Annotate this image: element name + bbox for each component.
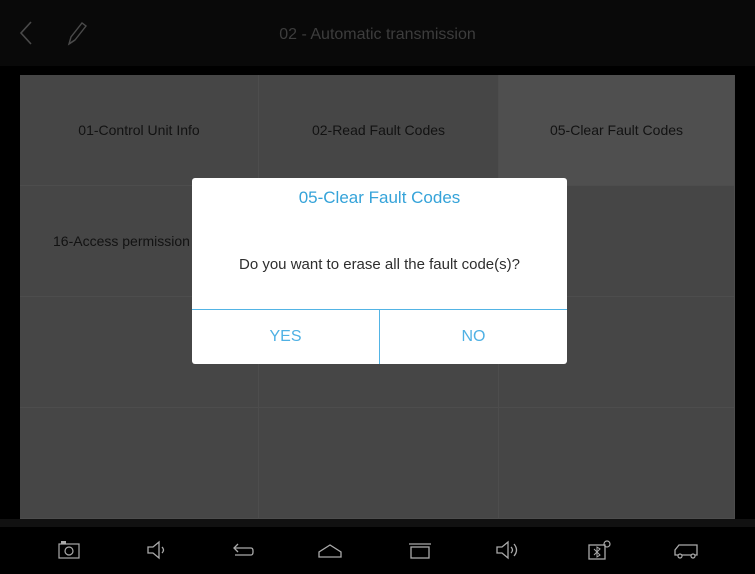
no-button[interactable]: NO <box>380 310 567 364</box>
nav-home-button[interactable] <box>316 537 344 563</box>
menu-item-clear-fault-codes[interactable]: 05-Clear Fault Codes <box>499 75 735 186</box>
back-button[interactable] <box>14 18 38 48</box>
screenshot-icon <box>58 541 80 559</box>
menu-item-empty <box>499 408 735 519</box>
nav-recent-apps-button[interactable] <box>406 537 434 563</box>
menu-item-read-fault-codes[interactable]: 02-Read Fault Codes <box>259 75 499 186</box>
volume-down-button[interactable] <box>143 537 171 563</box>
edit-button[interactable] <box>64 18 90 48</box>
back-icon <box>233 543 254 556</box>
menu-item-empty <box>20 408 259 519</box>
yes-button[interactable]: YES <box>192 310 379 364</box>
volume-up-icon <box>496 540 518 560</box>
dialog-title: 05-Clear Fault Codes <box>298 188 461 207</box>
volume-up-button[interactable] <box>494 537 522 563</box>
screenshot-button[interactable] <box>55 537 83 563</box>
vci-connection-icon <box>588 540 611 560</box>
page-title: 02 - Automatic transmission <box>279 26 476 43</box>
top-bar: 02 - Automatic transmission <box>0 0 755 66</box>
confirm-dialog: 05-Clear Fault Codes Do you want to eras… <box>192 178 567 364</box>
chevron-left-icon <box>19 21 32 45</box>
menu-item-control-unit-info[interactable]: 01-Control Unit Info <box>20 75 259 186</box>
menu-item-empty <box>259 408 499 519</box>
volume-down-icon <box>147 540 165 560</box>
recent-apps-icon <box>409 543 431 559</box>
home-icon <box>318 544 342 558</box>
content-footer-strip <box>0 519 755 527</box>
vci-status-button[interactable] <box>585 537 613 563</box>
system-nav-bar <box>0 527 755 574</box>
nav-back-button[interactable] <box>228 537 256 563</box>
pencil-icon <box>67 22 87 46</box>
vehicle-button[interactable] <box>672 537 700 563</box>
vehicle-icon <box>674 544 698 559</box>
dialog-message: Do you want to erase all the fault code(… <box>239 256 520 273</box>
